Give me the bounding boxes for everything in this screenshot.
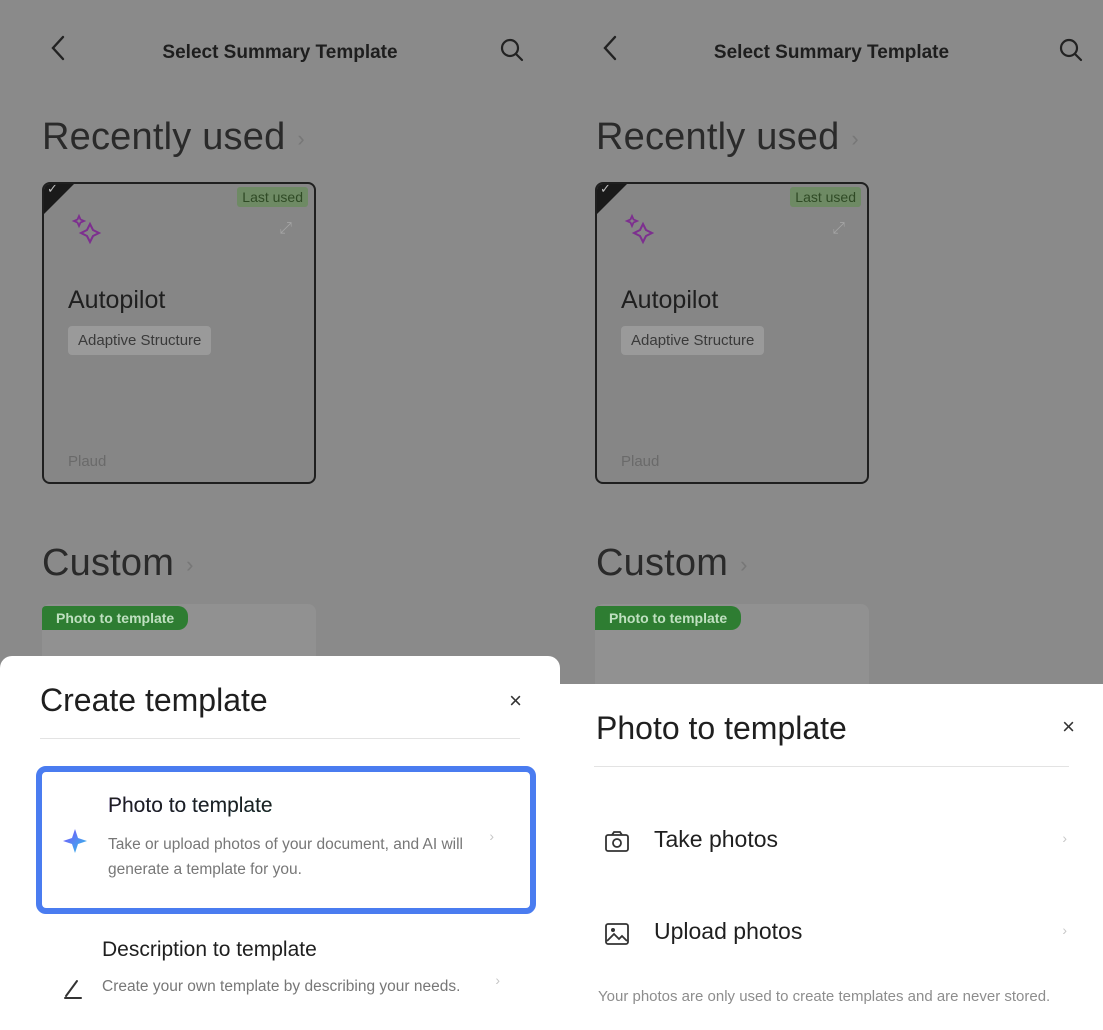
expand-icon[interactable]: ⤢ bbox=[832, 220, 845, 238]
divider bbox=[40, 738, 520, 739]
sparkle-icon bbox=[63, 829, 87, 853]
sheet-title: Create template bbox=[40, 682, 268, 718]
photo-to-template-pill: Photo to template bbox=[595, 606, 742, 630]
take-photos-row[interactable]: Take photos › bbox=[596, 812, 1067, 872]
top-bar: Select Summary Template bbox=[0, 0, 560, 100]
screen-photo-to-template: Select Summary Template Recently used › ✓… bbox=[560, 0, 1103, 1030]
template-card-autopilot[interactable]: ✓ Last used ⤢ Autopilot Adaptive Structu… bbox=[595, 182, 869, 484]
last-used-badge: Last used bbox=[790, 187, 861, 207]
template-tag: Adaptive Structure bbox=[621, 326, 765, 355]
privacy-note: Your photos are only used to create temp… bbox=[598, 988, 1051, 1005]
search-icon bbox=[1059, 38, 1083, 62]
section-title: Recently used bbox=[42, 116, 286, 158]
chevron-right-icon: › bbox=[1062, 922, 1067, 938]
last-used-badge: Last used bbox=[237, 187, 308, 207]
photo-to-template-pill: Photo to template bbox=[42, 606, 189, 630]
check-icon: ✓ bbox=[600, 182, 611, 196]
screen-create-template: Select Summary Template Recently used › ✓… bbox=[0, 0, 560, 1030]
template-brand: Plaud bbox=[621, 453, 660, 470]
search-icon bbox=[500, 38, 524, 62]
chevron-right-icon: › bbox=[851, 125, 859, 151]
option-photo-to-template[interactable]: Photo to template Take or upload photos … bbox=[36, 766, 536, 914]
template-name: Autopilot bbox=[68, 286, 166, 314]
upload-photos-row[interactable]: Upload photos › bbox=[596, 904, 1067, 964]
close-button[interactable]: × bbox=[509, 688, 522, 714]
section-recently-used[interactable]: Recently used › bbox=[596, 116, 859, 159]
template-tag: Adaptive Structure bbox=[68, 326, 212, 355]
pen-icon bbox=[64, 980, 82, 999]
section-recently-used[interactable]: Recently used › bbox=[42, 116, 305, 159]
option-title: Photo to template bbox=[108, 794, 273, 817]
option-description-to-template[interactable]: Description to template Create your own … bbox=[36, 928, 536, 1028]
check-icon: ✓ bbox=[47, 182, 58, 196]
row-label: Take photos bbox=[654, 826, 779, 852]
chevron-right-icon: › bbox=[495, 972, 500, 988]
option-description: Create your own template by describing y… bbox=[102, 978, 461, 995]
option-description: Take or upload photos of your document, … bbox=[108, 836, 463, 878]
search-button[interactable] bbox=[1051, 30, 1091, 70]
sparkle-icon bbox=[624, 213, 655, 245]
template-card-autopilot[interactable]: ✓ Last used ⤢ Autopilot Adaptive Structu… bbox=[42, 182, 316, 484]
search-button[interactable] bbox=[492, 30, 532, 70]
expand-icon[interactable]: ⤢ bbox=[279, 220, 292, 238]
photo-to-template-sheet: Photo to template × Take photos › Upload… bbox=[560, 684, 1103, 1030]
image-icon bbox=[605, 923, 629, 945]
section-custom[interactable]: Custom › bbox=[42, 542, 194, 585]
template-brand: Plaud bbox=[68, 453, 107, 470]
option-title: Description to template bbox=[102, 938, 317, 961]
camera-icon bbox=[605, 831, 629, 852]
top-bar: Select Summary Template bbox=[560, 0, 1103, 100]
chevron-right-icon: › bbox=[1062, 830, 1067, 846]
sheet-title: Photo to template bbox=[596, 710, 847, 746]
page-title: Select Summary Template bbox=[713, 42, 950, 63]
chevron-right-icon: › bbox=[740, 551, 748, 577]
template-name: Autopilot bbox=[621, 286, 719, 314]
sparkle-icon bbox=[71, 213, 102, 245]
section-title: Custom bbox=[42, 542, 175, 584]
section-custom[interactable]: Custom › bbox=[596, 542, 748, 585]
close-button[interactable]: × bbox=[1062, 714, 1075, 740]
page-title: Select Summary Template bbox=[162, 42, 398, 63]
section-title: Custom bbox=[596, 542, 729, 584]
create-template-sheet: Create template × Photo to template Take… bbox=[0, 656, 560, 1030]
chevron-right-icon: › bbox=[489, 828, 494, 844]
divider bbox=[594, 766, 1069, 767]
section-title: Recently used bbox=[596, 116, 840, 158]
chevron-right-icon: › bbox=[297, 125, 305, 151]
row-label: Upload photos bbox=[654, 918, 803, 944]
chevron-right-icon: › bbox=[186, 551, 194, 577]
